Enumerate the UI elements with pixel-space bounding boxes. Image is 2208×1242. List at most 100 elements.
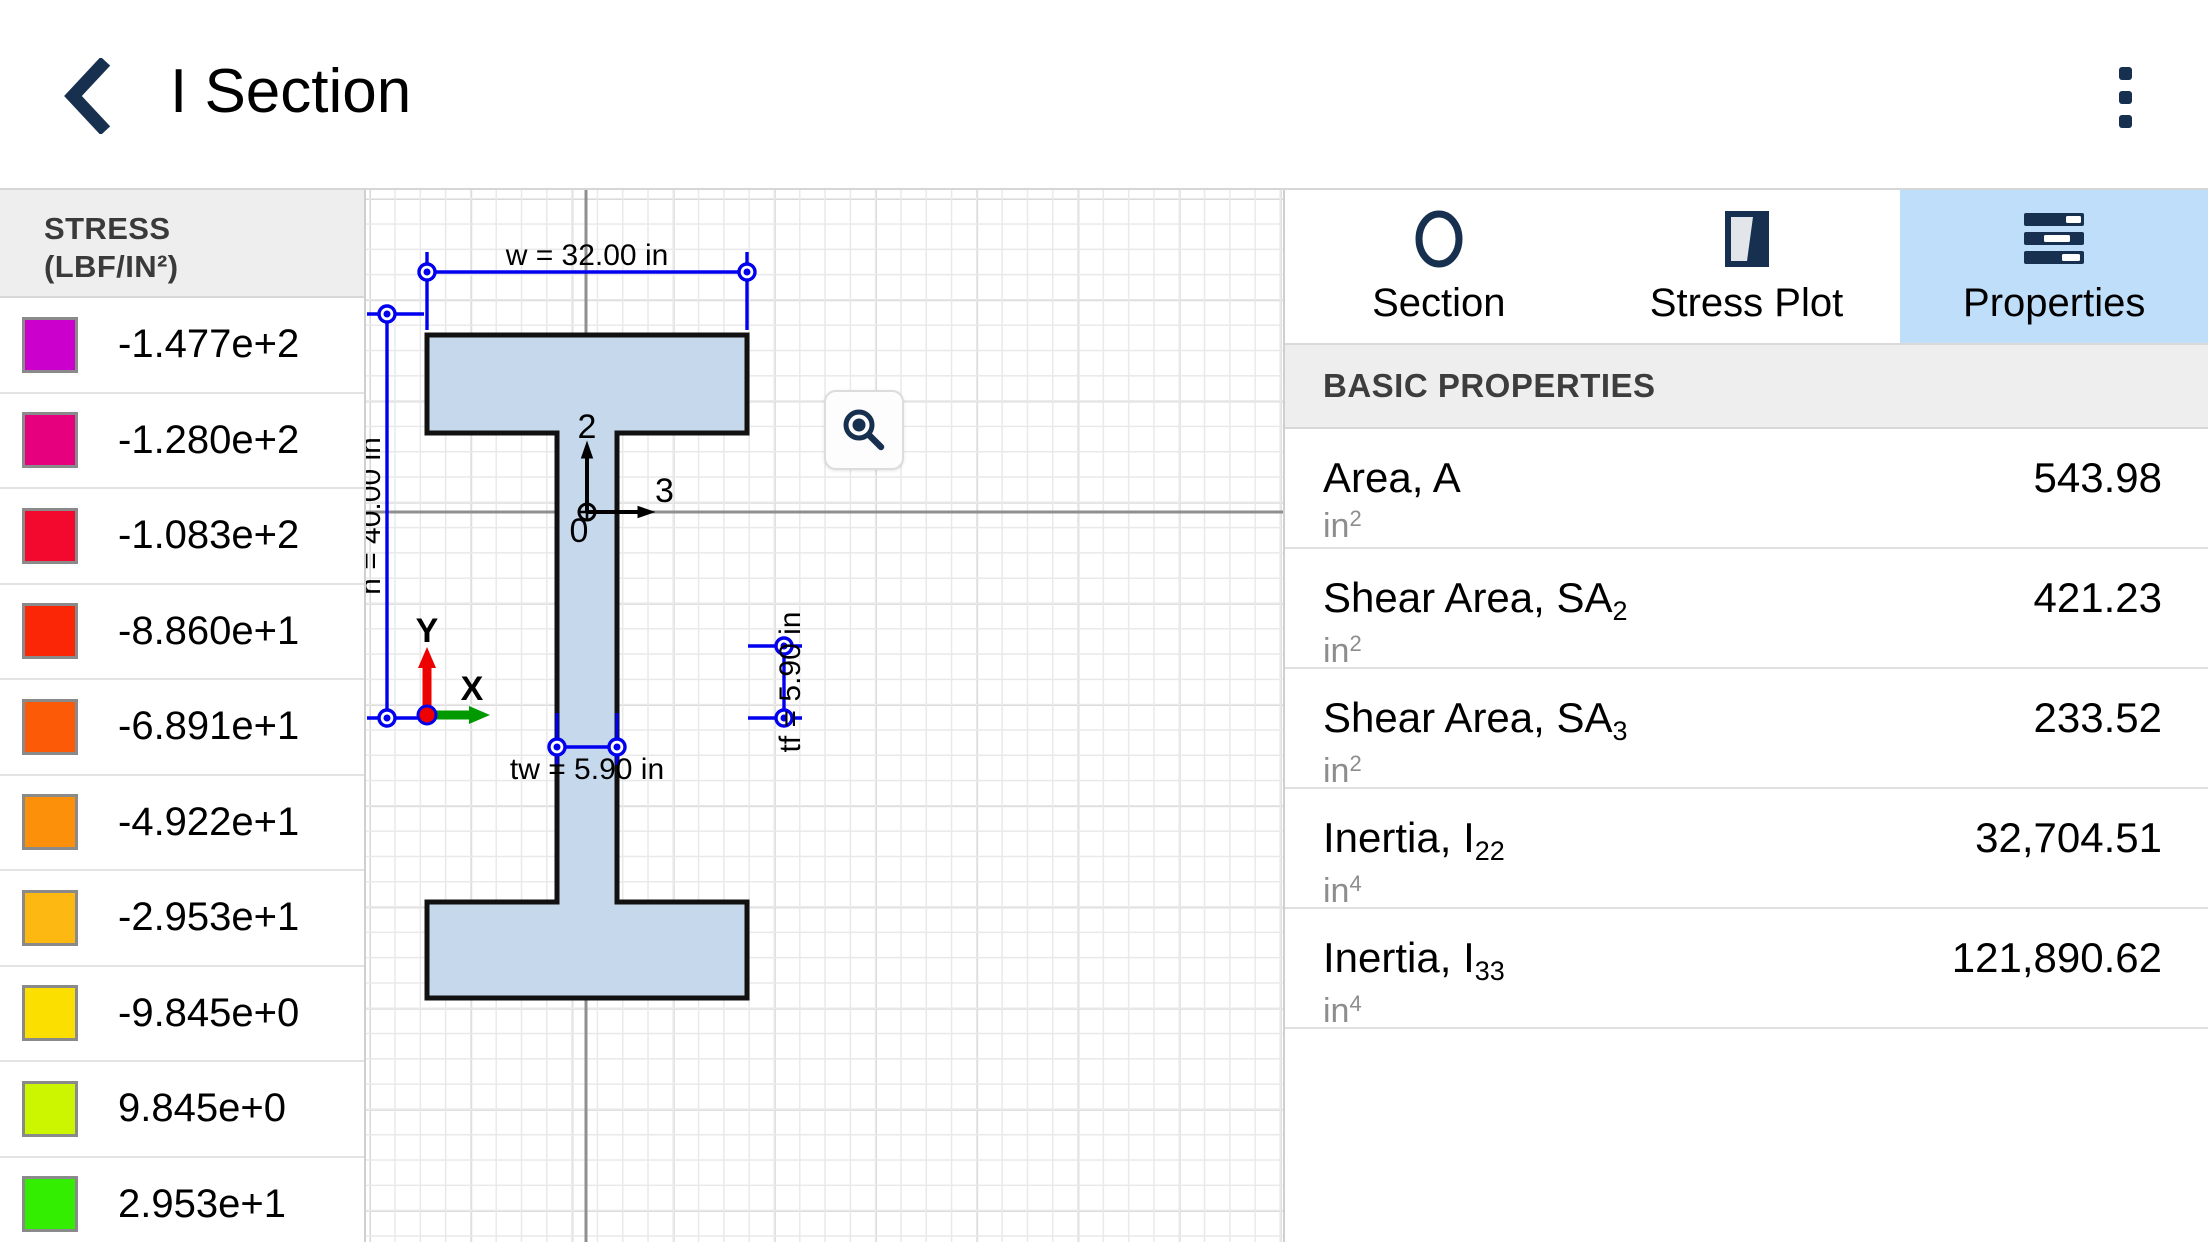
property-unit-text: in	[1323, 872, 1350, 910]
tab-label: Section	[1372, 280, 1506, 325]
tab-stress-plot[interactable]: Stress Plot	[1592, 190, 1901, 343]
legend-value-label: -1.280e+2	[118, 417, 300, 462]
property-unit-exponent: 2	[1349, 631, 1362, 656]
section-axis-2-label: 2	[578, 408, 597, 446]
legend-color-swatch	[22, 507, 78, 564]
legend-row[interactable]: -9.845e+0	[0, 966, 364, 1062]
global-axis-x-label: X	[461, 670, 484, 708]
legend-color-swatch	[22, 1080, 78, 1137]
stress-legend[interactable]: STRESS (LBF/IN²) -1.477e+2 -1.280e+2 -1.08…	[0, 190, 366, 1242]
legend-row[interactable]: -1.280e+2	[0, 393, 364, 489]
property-name: Area, A	[1323, 453, 1461, 503]
dimension-flange-thickness-label: tf = 5.90 in	[774, 612, 807, 753]
property-unit-exponent: 2	[1349, 506, 1362, 531]
legend-row[interactable]: -8.860e+1	[0, 584, 364, 680]
circle-outline-icon	[1408, 208, 1470, 270]
property-value: 233.52	[2033, 694, 2162, 741]
legend-row[interactable]: -2.953e+1	[0, 871, 364, 967]
legend-color-swatch	[22, 603, 78, 660]
property-label-group: Shear Area, SA2 in2	[1323, 573, 1628, 676]
tab-properties[interactable]: Properties	[1900, 190, 2208, 343]
dimension-height-label: h = 40.00 in	[366, 437, 387, 595]
property-unit: in4	[1323, 870, 1505, 916]
property-unit-text: in	[1323, 752, 1350, 790]
legend-value-label: -9.845e+0	[118, 990, 300, 1035]
property-value: 543.98	[2033, 454, 2162, 501]
stress-plot-icon	[1719, 208, 1775, 270]
properties-list-icon	[2022, 208, 2086, 270]
legend-color-swatch	[22, 794, 78, 851]
legend-row[interactable]: -4.922e+1	[0, 775, 364, 871]
property-name-subscript: 2	[1612, 596, 1628, 626]
legend-header: STRESS (LBF/IN²)	[0, 190, 364, 298]
property-row[interactable]: Inertia, I33 in4 121,890.62	[1285, 909, 2208, 1030]
app-root: I Section STRESS (LBF/IN²) -1.477e+2 -1.2…	[0, 0, 2208, 1242]
legend-row[interactable]: -1.083e+2	[0, 489, 364, 585]
tab-label: Properties	[1963, 280, 2146, 325]
properties-section-title: BASIC PROPERTIES	[1285, 345, 2208, 429]
property-label-group: Inertia, I33 in4	[1323, 933, 1505, 1036]
kebab-dot-2	[2118, 90, 2132, 104]
legend-color-swatch	[22, 412, 78, 469]
property-name: Shear Area, SA2	[1323, 573, 1628, 628]
legend-row[interactable]: 2.953e+1	[0, 1157, 364, 1242]
legend-value-label: -6.891e+1	[118, 704, 300, 749]
legend-value-label: -1.477e+2	[118, 322, 300, 367]
legend-color-swatch	[22, 1176, 78, 1233]
legend-row[interactable]: 9.845e+0	[0, 1062, 364, 1158]
back-button[interactable]	[48, 56, 122, 136]
zoom-to-fit-button[interactable]	[824, 390, 904, 470]
property-label-group: Area, Ain2	[1323, 453, 1461, 551]
property-name-text: Shear Area, SA	[1323, 574, 1613, 621]
legend-value-label: -2.953e+1	[118, 895, 300, 940]
property-unit-exponent: 4	[1349, 991, 1362, 1016]
property-unit-exponent: 4	[1349, 871, 1362, 896]
dimension-web-thickness-label: tw = 5.90 in	[510, 753, 664, 786]
property-row[interactable]: Shear Area, SA2 in2 421.23	[1285, 549, 2208, 670]
property-label-group: Shear Area, SA3 in2	[1323, 693, 1628, 796]
legend-value-label: -4.922e+1	[118, 799, 300, 844]
section-drawing: w = 32.00 in h = 40.00 in	[366, 190, 1283, 1242]
property-unit-text: in	[1323, 632, 1350, 670]
property-row[interactable]: Area, Ain2 543.98	[1285, 429, 2208, 549]
property-row[interactable]: Inertia, I22 in4 32,704.51	[1285, 789, 2208, 910]
property-value: 421.23	[2033, 574, 2162, 621]
property-name-subscript: 33	[1474, 956, 1505, 986]
chevron-left-icon	[64, 58, 111, 134]
properties-list[interactable]: Area, Ain2 543.98 Shear Area, SA2 in2 421.23…	[1285, 429, 2208, 1030]
section-origin-label: 0	[570, 512, 589, 550]
magnifier-icon	[843, 409, 885, 451]
property-unit: in4	[1323, 990, 1505, 1036]
tab-section[interactable]: Section	[1285, 190, 1593, 343]
dimension-width-label: w = 32.00 in	[505, 239, 669, 272]
property-row[interactable]: Shear Area, SA3 in2 233.52	[1285, 669, 2208, 790]
page-title: I Section	[170, 57, 412, 126]
legend-color-swatch	[22, 889, 78, 946]
property-unit: in2	[1323, 630, 1628, 676]
property-label-group: Inertia, I22 in4	[1323, 813, 1505, 916]
property-name-text: Inertia, I	[1323, 814, 1475, 861]
property-value: 121,890.62	[1951, 934, 2162, 981]
property-name-text: Inertia, I	[1323, 934, 1475, 981]
app-header: I Section	[0, 0, 2208, 190]
overflow-menu-button[interactable]	[2090, 52, 2160, 142]
legend-row[interactable]: -6.891e+1	[0, 680, 364, 776]
property-unit: in2	[1323, 750, 1628, 796]
legend-value-label: -8.860e+1	[118, 608, 300, 653]
section-canvas[interactable]: w = 32.00 in h = 40.00 in	[366, 190, 1285, 1242]
property-name-subscript: 3	[1612, 716, 1628, 746]
property-name: Shear Area, SA3	[1323, 693, 1628, 748]
legend-title-line1: STRESS	[44, 211, 171, 246]
property-unit: in2	[1323, 505, 1461, 551]
property-unit-text: in	[1323, 507, 1350, 545]
legend-title-line2: (LBF/IN²)	[44, 249, 179, 284]
tab-bar: Section Stress Plot Properties	[1285, 190, 2208, 345]
legend-row-list: -1.477e+2 -1.280e+2 -1.083e+2 -8.860e+1 -6.8…	[0, 298, 364, 1242]
property-name-subscript: 22	[1474, 836, 1505, 866]
legend-color-swatch	[22, 316, 78, 373]
legend-row[interactable]: -1.477e+2	[0, 298, 364, 394]
right-panel: Section Stress Plot Properties BASIC PROPE…	[1285, 190, 2208, 1242]
kebab-dot-1	[2118, 66, 2132, 80]
global-axis-y-label: Y	[416, 612, 439, 650]
property-unit-exponent: 2	[1349, 751, 1362, 776]
